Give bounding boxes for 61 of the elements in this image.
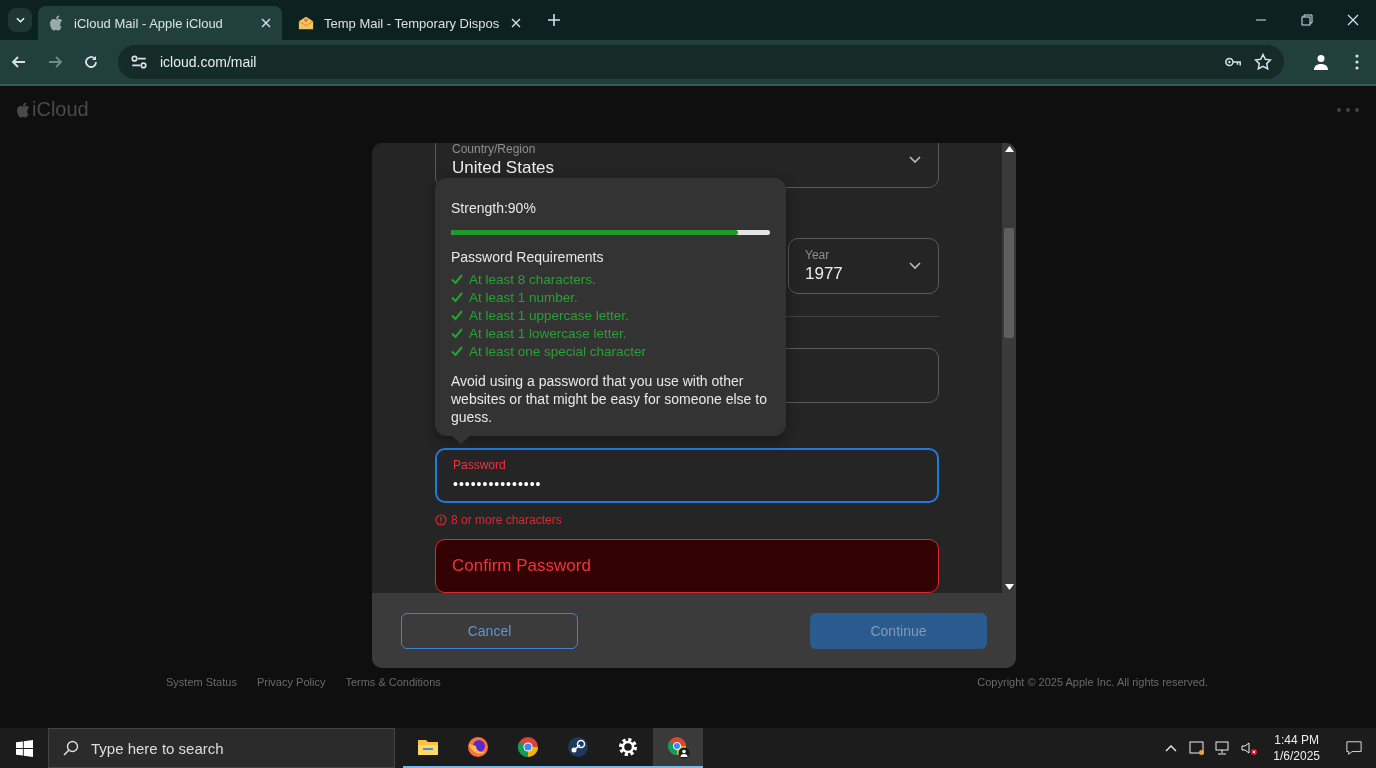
copyright-text: Copyright © 2025 Apple Inc. All rights reserved. — [977, 676, 1208, 688]
clock-date: 1/6/2025 — [1273, 748, 1320, 764]
year-select[interactable]: Year 1977 — [788, 237, 939, 294]
apple-icon — [48, 15, 64, 31]
field-label: Year — [805, 247, 831, 262]
taskbar-app-button[interactable] — [653, 728, 703, 768]
scroll-down-icon[interactable] — [1004, 584, 1014, 590]
tab-list-button[interactable] — [8, 8, 32, 32]
error-icon — [435, 513, 447, 526]
field-label: Password — [453, 458, 507, 473]
envelope-icon — [298, 15, 314, 31]
requirement-text: At least 1 uppercase letter. — [469, 307, 629, 323]
browser-tab[interactable]: iCloud Mail - Apple iCloud — [38, 6, 282, 40]
site-settings-icon[interactable] — [130, 53, 148, 71]
chevron-down-icon[interactable] — [908, 155, 922, 166]
error-message: 8 or more characters — [451, 512, 562, 527]
address-bar[interactable]: icloud.com/mail — [118, 45, 1284, 79]
requirement-text: At least one special character — [469, 343, 647, 359]
advice-text: Avoid using a password that you use with other websites or that might be easy for someone else to guess. — [451, 372, 768, 426]
profile-icon[interactable] — [1312, 53, 1330, 71]
confirm-password-field[interactable]: Confirm Password — [435, 538, 939, 593]
field-label: Country/Region — [452, 143, 537, 157]
close-icon[interactable] — [260, 17, 272, 29]
search-icon — [63, 740, 79, 756]
close-icon[interactable] — [510, 17, 522, 29]
browser-tab[interactable]: Temp Mail - Temporary Dispos — [288, 6, 532, 40]
field-value: 1977 — [805, 263, 844, 284]
notification-app-icon[interactable] — [1189, 740, 1206, 756]
windows-logo-icon — [15, 739, 33, 757]
footer-link[interactable]: System Status — [166, 676, 237, 688]
chevron-down-icon[interactable] — [908, 260, 922, 271]
cancel-button[interactable]: Cancel — [401, 612, 578, 649]
apple-logo-icon — [16, 101, 30, 118]
taskbar-search-field[interactable]: Type here to search — [48, 728, 395, 768]
fox-globe-icon — [466, 735, 490, 759]
star-icon[interactable] — [1254, 53, 1272, 71]
footer-link[interactable]: Terms & Conditions — [345, 676, 441, 688]
requirement-text: At least 1 number. — [469, 289, 578, 305]
clock-time: 1:44 PM — [1274, 732, 1319, 748]
clock[interactable]: 1:44 PM 1/6/2025 — [1273, 732, 1320, 764]
gear-icon — [616, 735, 640, 759]
requirement-text: At least 1 lowercase letter. — [469, 325, 627, 341]
field-value: United States — [452, 158, 556, 179]
chrome-icon — [516, 735, 540, 759]
network-icon[interactable] — [1215, 740, 1232, 756]
muted-speaker-icon[interactable] — [1241, 740, 1258, 756]
notifications-icon[interactable] — [1346, 740, 1362, 756]
requirements-heading: Password Requirements — [451, 249, 605, 265]
password-value: ••••••••••••••• — [453, 476, 543, 493]
strength-text: Strength:90% — [451, 200, 537, 216]
scrollbar[interactable] — [1002, 143, 1016, 593]
password-field[interactable]: Password ••••••••••••••• — [435, 447, 939, 503]
scrollbar-thumb[interactable] — [1004, 228, 1014, 338]
scroll-up-icon[interactable] — [1004, 146, 1014, 152]
requirement-text: At least 8 characters. — [469, 271, 596, 287]
logo-text: iCloud — [32, 98, 89, 121]
reload-icon[interactable] — [82, 53, 100, 71]
footer-link[interactable]: Privacy Policy — [256, 676, 326, 688]
steam-icon — [566, 735, 590, 759]
chrome-profile-icon — [666, 735, 690, 759]
chevron-down-icon — [15, 17, 25, 23]
